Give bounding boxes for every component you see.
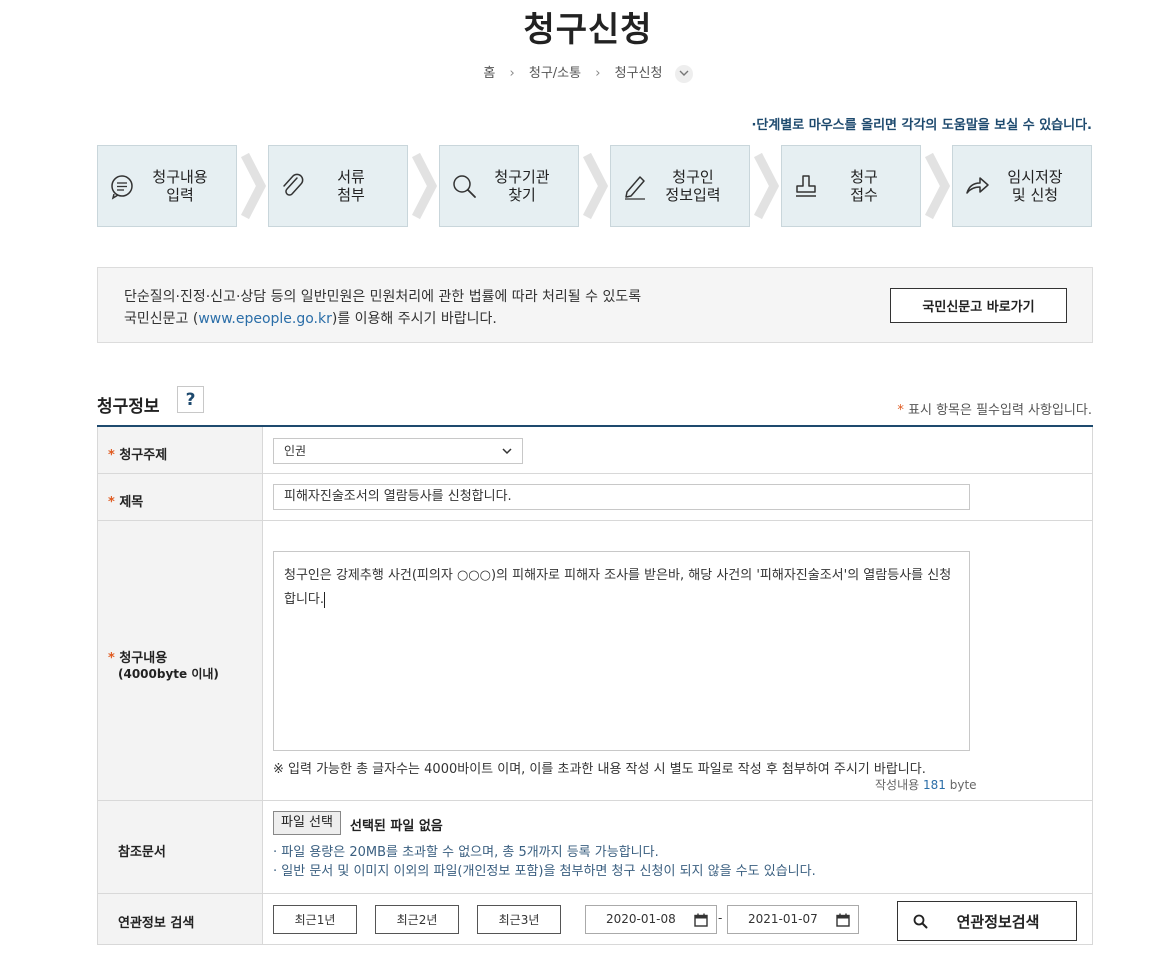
label-related-search: 연관정보 검색 — [118, 916, 195, 931]
step-chevron-icon — [925, 152, 951, 220]
row-subject: * 청구주제 인권 — [97, 427, 1093, 474]
subject-select[interactable]: 인권 — [273, 438, 523, 464]
row-title: * 제목 피해자진술조서의 열람등사를 신청합니다. — [97, 474, 1093, 521]
stamp-icon — [796, 175, 816, 197]
general-complaint-notice: 단순질의·진정·신고·상담 등의 일반민원은 민원처리에 관한 법률에 따라 처… — [97, 267, 1093, 343]
notice-line-1: 단순질의·진정·신고·상담 등의 일반민원은 민원처리에 관한 법률에 따라 처… — [124, 289, 642, 305]
step-find-agency[interactable]: 청구기관 찾기 — [439, 145, 579, 227]
calendar-icon[interactable] — [836, 913, 850, 927]
required-star: * — [108, 495, 115, 510]
row-attachment: 참조문서 파일 선택 선택된 파일 없음 · 파일 용량은 20MB를 초과할 … — [97, 801, 1093, 894]
period-2year-button[interactable]: 최근2년 — [375, 905, 459, 934]
chevron-down-icon — [502, 448, 512, 455]
step-label: 서류 첨부 — [337, 168, 365, 204]
row-related-search: 연관정보 검색 최근1년 최근2년 최근3년 2020-01-08 - 2021… — [97, 894, 1093, 945]
label-content-limit: (4000byte 이내) — [118, 667, 219, 681]
content-limit-note: ※ 입력 가능한 총 글자수는 4000바이트 이며, 이를 초과한 내용 작성… — [273, 762, 926, 777]
file-note-type: · 일반 문서 및 이미지 이외의 파일(개인정보 포함)을 첨부하면 청구 신… — [273, 864, 816, 879]
label-content: 청구내용 — [119, 651, 168, 666]
row-content: * 청구내용 (4000byte 이내) 청구인은 강제추행 사건(피의자 ○○… — [97, 521, 1093, 801]
required-star: * — [108, 448, 115, 463]
period-3year-button[interactable]: 최근3년 — [477, 905, 561, 934]
help-button[interactable]: ? — [177, 386, 204, 413]
step-claim-receipt[interactable]: 청구 접수 — [781, 145, 921, 227]
claim-form: * 청구주제 인권 * 제목 피해자진술조서의 열람등사를 신청합니다. * 청… — [97, 425, 1093, 945]
label-title: 제목 — [119, 495, 144, 510]
step-label: 청구인 정보입력 — [665, 168, 721, 204]
breadcrumb: 홈 › 청구/소통 › 청구신청 — [0, 62, 1176, 83]
step-save-and-submit[interactable]: 임시저장 및 신청 — [952, 145, 1092, 227]
calendar-icon[interactable] — [694, 913, 708, 927]
date-to-input[interactable]: 2021-01-07 — [727, 905, 859, 934]
period-1year-button[interactable]: 최근1년 — [273, 905, 357, 934]
paperclip-icon — [283, 173, 304, 196]
chevron-right-icon: › — [595, 66, 601, 81]
file-status: 선택된 파일 없음 — [350, 819, 443, 834]
step-chevron-icon — [754, 152, 780, 220]
epeople-shortcut-button[interactable]: 국민신문고 바로가기 — [890, 288, 1067, 323]
chevron-right-icon: › — [509, 66, 515, 81]
required-star: * — [897, 403, 904, 418]
byte-counter: 작성내용 181 byte — [875, 778, 977, 792]
magnifier-icon — [453, 175, 476, 198]
notice-line-2: 국민신문고 (www.epeople.go.kr)를 이용해 주시기 바랍니다. — [124, 311, 497, 327]
content-textarea[interactable]: 청구인은 강제추행 사건(피의자 ○○○)의 피해자로 피해자 조사를 받은바,… — [273, 551, 970, 751]
date-from-input[interactable]: 2020-01-08 — [585, 905, 717, 934]
breadcrumb-claim-comm[interactable]: 청구/소통 — [529, 66, 581, 81]
breadcrumb-home[interactable]: 홈 — [483, 66, 495, 81]
step-label: 임시저장 및 신청 — [1007, 168, 1063, 204]
label-subject: 청구주제 — [119, 448, 168, 463]
page-title: 청구신청 — [523, 10, 653, 50]
date-separator: - — [718, 911, 723, 925]
share-arrow-icon — [966, 177, 989, 194]
epeople-link[interactable]: www.epeople.go.kr — [198, 311, 332, 327]
section-title: 청구정보 — [97, 397, 160, 417]
related-search-button[interactable]: 연관정보검색 — [897, 901, 1077, 941]
step-attach-documents[interactable]: 서류 첨부 — [268, 145, 408, 227]
text-caret — [324, 591, 326, 608]
title-input[interactable]: 피해자진술조서의 열람등사를 신청합니다. — [273, 484, 970, 510]
step-label: 청구 접수 — [850, 168, 878, 204]
step-label: 청구기관 찾기 — [494, 168, 550, 204]
step-label: 청구내용 입력 — [152, 168, 208, 204]
pencil-icon — [625, 176, 645, 200]
search-icon — [913, 914, 928, 929]
step-content-input[interactable]: 청구내용 입력 — [97, 145, 237, 227]
step-help-hint: ·단계별로 마우스를 올리면 각각의 도움말을 보실 수 있습니다. — [751, 118, 1092, 133]
speech-bubble-icon — [111, 175, 133, 200]
file-note-size: · 파일 용량은 20MB를 초과할 수 없으며, 총 5개까지 등록 가능합니… — [273, 845, 659, 860]
label-attachment: 참조문서 — [118, 845, 166, 860]
step-chevron-icon — [583, 152, 609, 220]
file-select-button[interactable]: 파일 선택 — [273, 811, 341, 835]
breadcrumb-current[interactable]: 청구신청 — [615, 66, 663, 81]
step-chevron-icon — [412, 152, 438, 220]
step-chevron-icon — [241, 152, 267, 220]
required-star: * — [108, 651, 115, 666]
step-progress: 청구내용 입력 서류 첨부 청구기관 찾기 청구인 정보입력 청구 접수 임시저… — [97, 145, 1093, 227]
step-claimant-info[interactable]: 청구인 정보입력 — [610, 145, 750, 227]
required-note: * 표시 항목은 필수입력 사항입니다. — [897, 403, 1092, 418]
chevron-down-icon[interactable] — [674, 64, 693, 83]
